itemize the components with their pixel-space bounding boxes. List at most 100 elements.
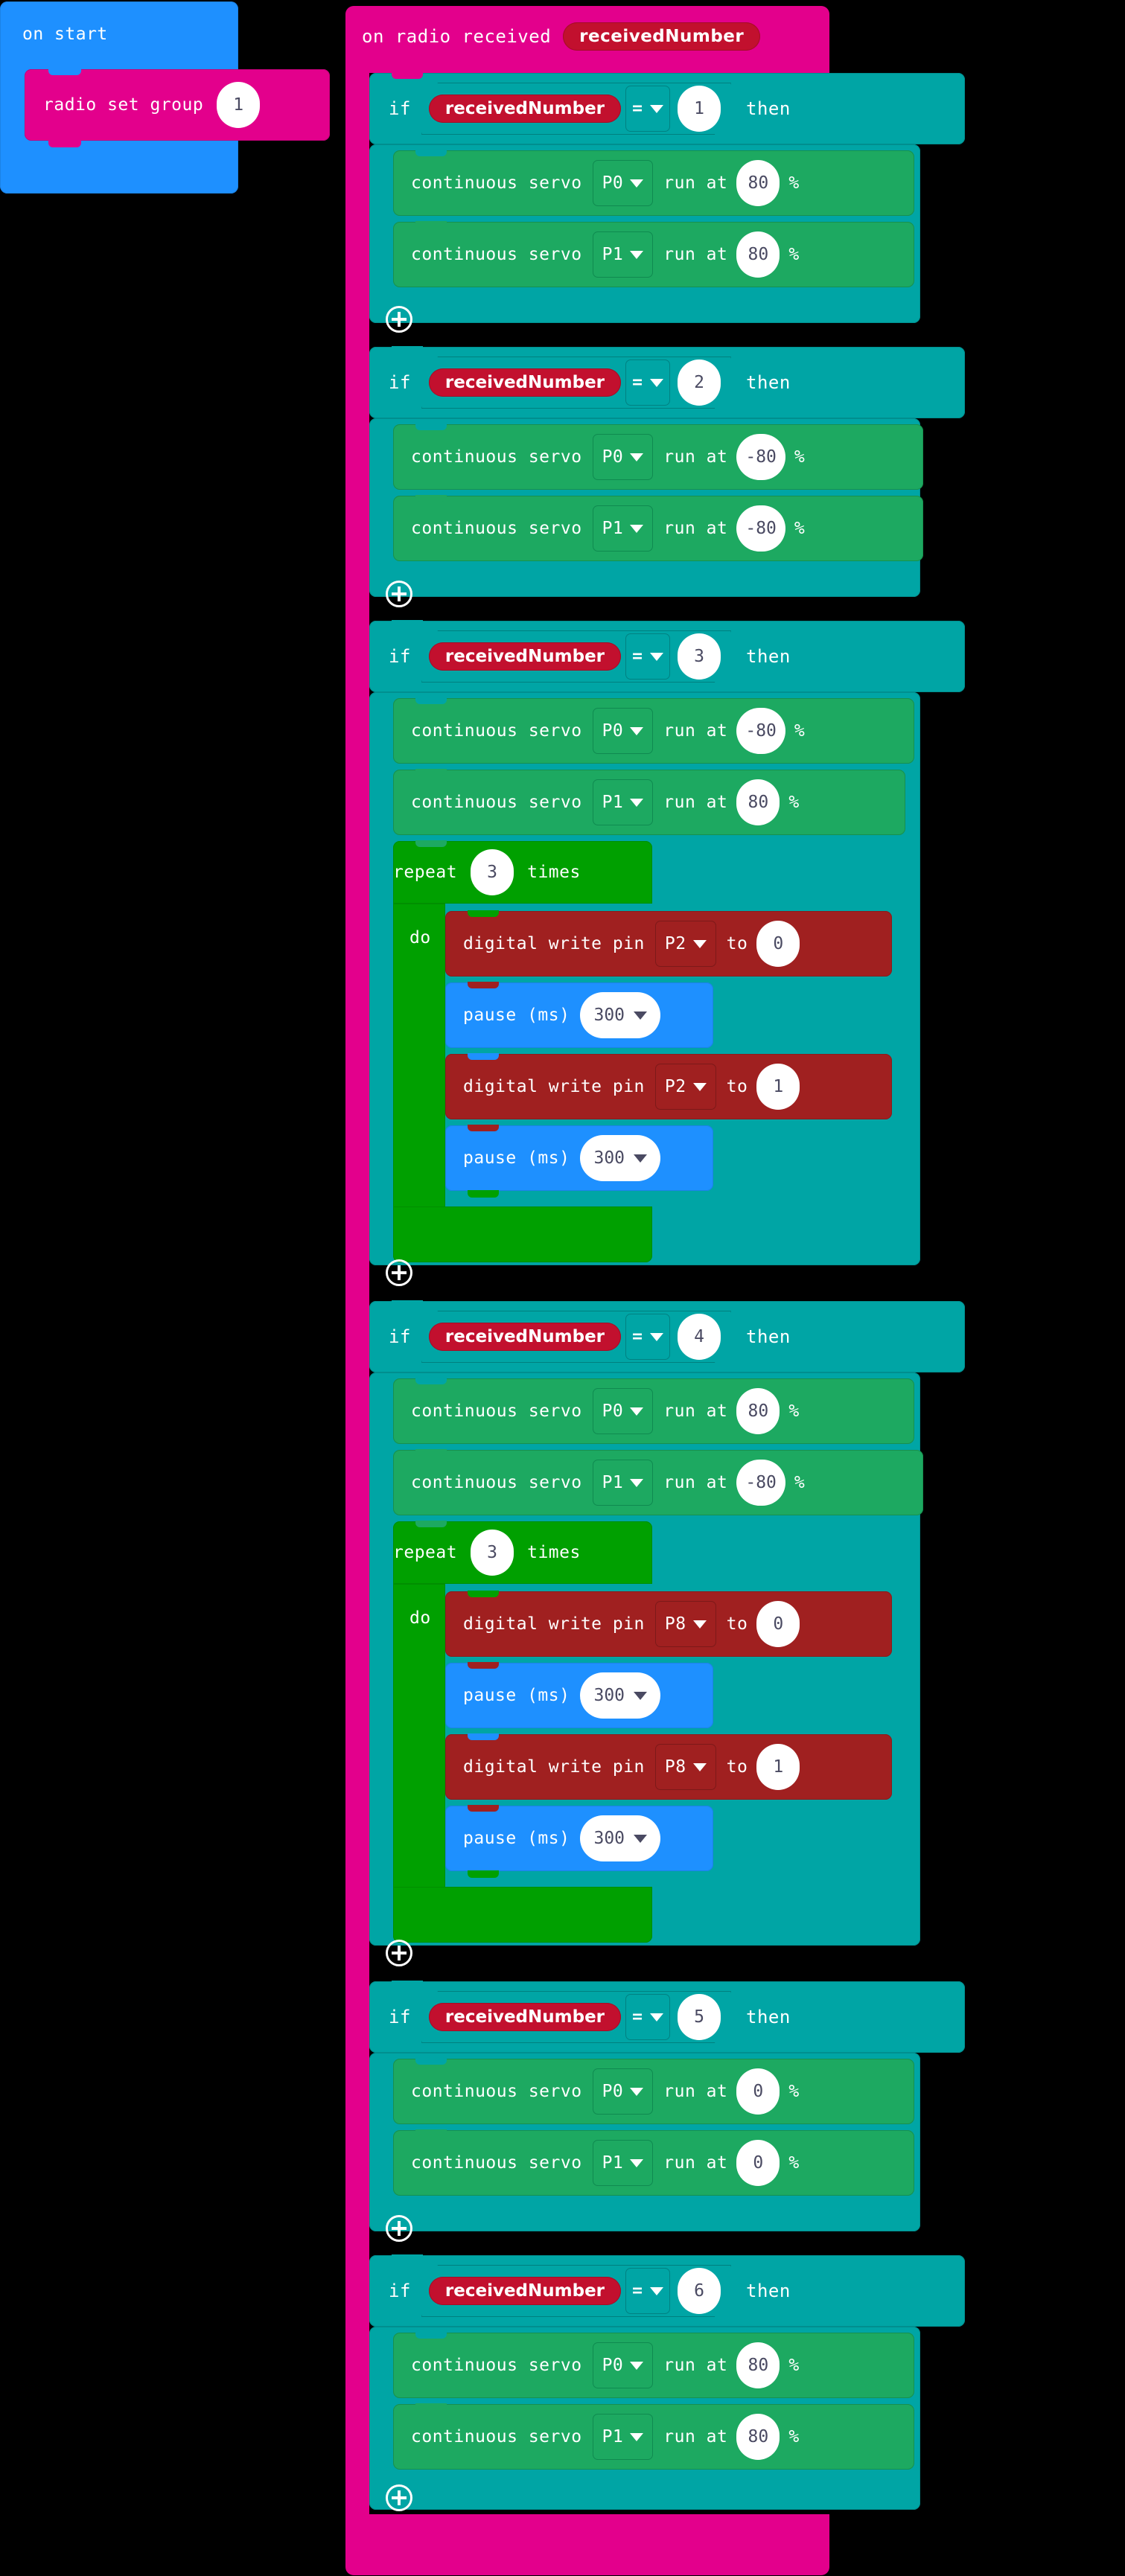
operator-dropdown[interactable]: =: [625, 1994, 671, 2040]
servo-pin-dropdown[interactable]: P0: [592, 434, 654, 480]
comparison-expression-6[interactable]: receivedNumber = 6: [421, 2265, 731, 2317]
servo-pin-value: P1: [602, 2427, 624, 2446]
servo-pin-dropdown[interactable]: P0: [592, 160, 654, 206]
plus-circle-icon-2[interactable]: [386, 581, 412, 607]
digital-write-block-1a[interactable]: digital write pin P2 to 0: [445, 910, 892, 977]
servo-pin-dropdown[interactable]: P1: [592, 2414, 654, 2460]
servo-speed-value[interactable]: 80: [736, 2342, 780, 2388]
servo-speed-value[interactable]: 0: [736, 2140, 780, 2186]
servo-block-4b[interactable]: continuous servo P1 run at -80 %: [393, 1449, 923, 1515]
servo-speed-value[interactable]: -80: [736, 505, 785, 552]
chevron-down-icon: [630, 2361, 644, 2370]
received-number-parameter[interactable]: receivedNumber: [563, 22, 761, 51]
servo-block-6a[interactable]: continuous servo P0 run at 80 %: [393, 2332, 914, 2398]
operator-dropdown[interactable]: =: [625, 86, 671, 132]
servo-block-3b[interactable]: continuous servo P1 run at 80 %: [393, 769, 905, 835]
pause-block-1a[interactable]: pause (ms) 300: [445, 982, 713, 1048]
plus-circle-icon-5[interactable]: [386, 2215, 412, 2242]
pause-duration-value: 300: [593, 1686, 625, 1705]
servo-speed-value[interactable]: 80: [736, 160, 780, 206]
servo-pin-dropdown[interactable]: P1: [592, 505, 654, 552]
comparison-value[interactable]: 1: [678, 86, 721, 132]
radio-set-group-block[interactable]: radio set group 1: [25, 68, 330, 147]
digital-write-value[interactable]: 1: [756, 1064, 800, 1110]
servo-block-2b[interactable]: continuous servo P1 run at -80 %: [393, 495, 923, 561]
servo-speed-value[interactable]: 80: [736, 1388, 780, 1434]
comparison-value[interactable]: 3: [678, 633, 721, 680]
operator-dropdown[interactable]: =: [625, 633, 671, 680]
servo-pin-dropdown[interactable]: P1: [592, 1460, 654, 1506]
received-number-variable[interactable]: receivedNumber: [428, 2277, 622, 2305]
servo-speed-value[interactable]: -80: [736, 434, 785, 480]
digital-write-block-1b[interactable]: digital write pin P2 to 1: [445, 1053, 892, 1119]
received-number-variable[interactable]: receivedNumber: [428, 368, 622, 397]
pause-block-1b[interactable]: pause (ms) 300: [445, 1125, 713, 1198]
received-number-variable[interactable]: receivedNumber: [428, 642, 622, 671]
digital-write-block-2b[interactable]: digital write pin P8 to 1: [445, 1733, 892, 1800]
received-number-variable[interactable]: receivedNumber: [428, 95, 622, 123]
percent-unit: %: [788, 2153, 800, 2173]
servo-pin-dropdown[interactable]: P1: [592, 231, 654, 278]
servo-speed-value[interactable]: 80: [736, 2414, 780, 2460]
comparison-expression-3[interactable]: receivedNumber = 3: [421, 630, 731, 683]
digital-write-value[interactable]: 0: [756, 1601, 800, 1647]
comparison-expression-4[interactable]: receivedNumber = 4: [421, 1311, 731, 1363]
pause-duration-dropdown[interactable]: 300: [580, 992, 661, 1038]
comparison-expression-5[interactable]: receivedNumber = 5: [421, 1991, 731, 2043]
comparison-expression-1[interactable]: receivedNumber = 1: [421, 83, 731, 135]
servo-pin-dropdown[interactable]: P0: [592, 2068, 654, 2115]
operator-dropdown[interactable]: =: [625, 1314, 671, 1360]
repeat-count-value[interactable]: 3: [471, 1530, 514, 1576]
pause-duration-dropdown[interactable]: 300: [580, 1135, 661, 1181]
comparison-expression-2[interactable]: receivedNumber = 2: [421, 357, 731, 409]
digital-write-pin-dropdown[interactable]: P2: [654, 921, 716, 967]
pause-duration-dropdown[interactable]: 300: [580, 1815, 661, 1861]
servo-pin-dropdown[interactable]: P1: [592, 779, 654, 825]
servo-block-5b[interactable]: continuous servo P1 run at 0 %: [393, 2129, 914, 2196]
blocks-workspace[interactable]: on start radio set group 1 on radio rece…: [0, 0, 1125, 2576]
servo-speed-value[interactable]: -80: [736, 1460, 785, 1506]
digital-write-pin-dropdown[interactable]: P8: [654, 1601, 716, 1647]
digital-write-value[interactable]: 0: [756, 921, 800, 967]
received-number-variable[interactable]: receivedNumber: [428, 2003, 622, 2031]
servo-pin-dropdown[interactable]: P0: [592, 2342, 654, 2388]
radio-group-value[interactable]: 1: [217, 82, 261, 128]
servo-pin-dropdown[interactable]: P0: [592, 708, 654, 754]
pause-label: pause (ms): [463, 1148, 570, 1168]
plus-circle-icon-1[interactable]: [386, 306, 412, 333]
if-keyword: if: [389, 2007, 411, 2027]
plus-circle-icon-6[interactable]: [386, 2484, 412, 2511]
repeat-count-value[interactable]: 3: [471, 849, 514, 895]
comparison-value[interactable]: 6: [678, 2268, 721, 2314]
received-number-variable[interactable]: receivedNumber: [428, 1323, 622, 1351]
servo-block-6b[interactable]: continuous servo P1 run at 80 %: [393, 2403, 914, 2470]
servo-block-2a[interactable]: continuous servo P0 run at -80 %: [393, 424, 923, 490]
digital-write-block-2a[interactable]: digital write pin P8 to 0: [445, 1591, 892, 1657]
if-keyword: if: [389, 1326, 411, 1347]
servo-pin-dropdown[interactable]: P0: [592, 1388, 654, 1434]
servo-block-5a[interactable]: continuous servo P0 run at 0 %: [393, 2058, 914, 2124]
servo-pin-dropdown[interactable]: P1: [592, 2140, 654, 2186]
digital-write-value[interactable]: 1: [756, 1744, 800, 1790]
operator-dropdown[interactable]: =: [625, 2268, 671, 2314]
servo-block-1b[interactable]: continuous servo P1 run at 80 %: [393, 221, 914, 287]
operator-dropdown[interactable]: =: [625, 359, 671, 406]
pause-duration-dropdown[interactable]: 300: [580, 1672, 661, 1719]
servo-speed-value[interactable]: 80: [736, 231, 780, 278]
plus-circle-icon-3[interactable]: [386, 1259, 412, 1286]
digital-write-pin-dropdown[interactable]: P2: [654, 1064, 716, 1110]
servo-speed-value[interactable]: -80: [736, 708, 785, 754]
servo-block-1a[interactable]: continuous servo P0 run at 80 %: [393, 150, 914, 216]
servo-block-3a[interactable]: continuous servo P0 run at -80 %: [393, 697, 914, 764]
digital-write-pin-dropdown[interactable]: P8: [654, 1744, 716, 1790]
comparison-value[interactable]: 2: [678, 359, 721, 406]
comparison-value[interactable]: 5: [678, 1994, 721, 2040]
servo-speed-value[interactable]: 0: [736, 2068, 780, 2115]
plus-circle-icon-4[interactable]: [386, 1940, 412, 1966]
chevron-down-icon: [634, 1691, 648, 1700]
pause-block-2a[interactable]: pause (ms) 300: [445, 1662, 713, 1728]
comparison-value[interactable]: 4: [678, 1314, 721, 1360]
pause-block-2b[interactable]: pause (ms) 300: [445, 1805, 713, 1878]
servo-block-4a[interactable]: continuous servo P0 run at 80 %: [393, 1378, 914, 1444]
servo-speed-value[interactable]: 80: [736, 779, 780, 825]
